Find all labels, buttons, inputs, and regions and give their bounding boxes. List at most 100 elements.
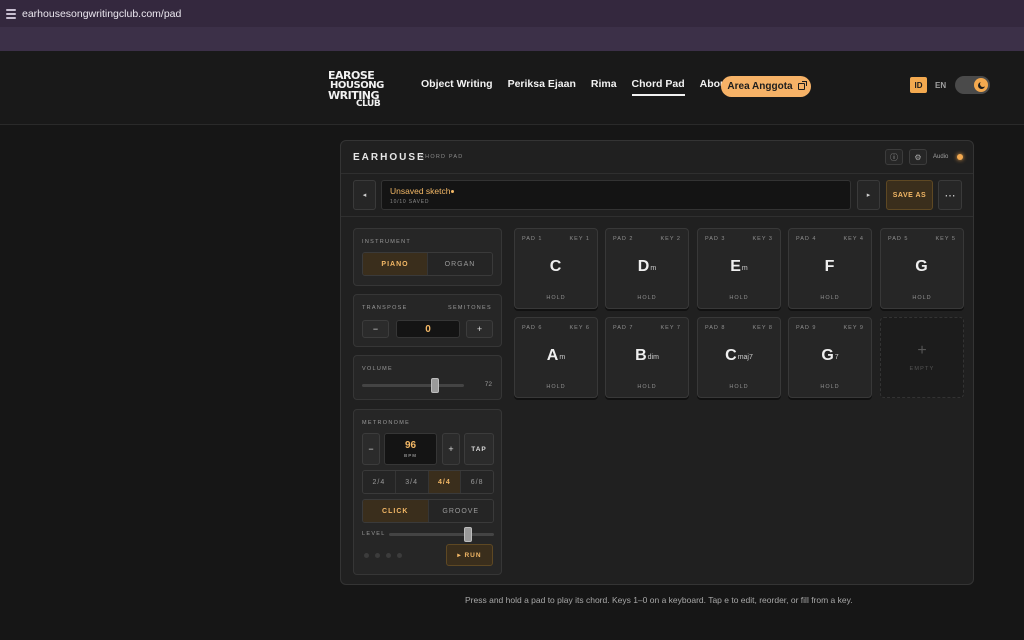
chord-pad[interactable]: PAD 4 KEY 4 F HOLD <box>788 228 872 309</box>
level-slider[interactable] <box>389 533 494 536</box>
settings-button[interactable]: ⚙ <box>909 149 927 165</box>
volume-value: 72 <box>484 381 492 388</box>
chord-root: E <box>730 258 741 275</box>
nav-object-writing[interactable]: Object Writing <box>421 78 493 96</box>
semitones-label: SEMITONES <box>448 305 492 311</box>
chord-quality: m <box>650 265 657 272</box>
transpose-plus-button[interactable]: + <box>466 320 493 338</box>
volume-label: VOLUME <box>362 366 394 372</box>
save-as-button[interactable]: SAVE AS <box>886 180 933 210</box>
pad-key-hint: KEY 6 <box>569 325 590 331</box>
instrument-toggle: PIANO ORGAN <box>362 252 493 276</box>
nav-rima[interactable]: Rima <box>591 78 617 96</box>
instrument-organ[interactable]: ORGAN <box>428 253 492 275</box>
prev-sketch-button[interactable]: ◂ <box>353 180 376 210</box>
volume-slider-thumb[interactable] <box>431 378 440 393</box>
transpose-minus-button[interactable]: − <box>362 320 389 338</box>
brand-title: EARHOUSE <box>353 152 426 163</box>
tap-tempo-button[interactable]: TAP <box>464 433 494 465</box>
chord-root: D <box>637 258 650 275</box>
pad-chord-name: Em <box>698 258 780 276</box>
pad-hold-label: HOLD <box>820 384 840 390</box>
time-sig-6-8[interactable]: 6/8 <box>461 471 493 493</box>
theme-toggle[interactable] <box>955 76 990 94</box>
beat-dot <box>375 553 380 558</box>
audio-label: Audio <box>933 154 949 160</box>
audio-indicator[interactable] <box>957 154 963 160</box>
nav-periksa-ejaan[interactable]: Periksa Ejaan <box>508 78 576 96</box>
sketch-selector[interactable]: Unsaved sketch 10/10 SAVED <box>381 180 851 210</box>
chord-root: B <box>635 347 647 364</box>
pad-number: PAD 3 <box>705 236 726 242</box>
url-text[interactable]: earhousesongwritingclub.com/pad <box>22 8 181 20</box>
empty-pad-slot[interactable]: + EMPTY <box>880 317 964 398</box>
instrument-label: INSTRUMENT <box>362 239 412 245</box>
pad-number: PAD 6 <box>522 325 543 331</box>
usage-hint: Press and hold a pad to play its chord. … <box>465 595 853 605</box>
chord-pad[interactable]: PAD 5 KEY 5 G HOLD <box>880 228 964 309</box>
chord-root: G <box>915 258 928 275</box>
lang-id-button[interactable]: ID <box>910 77 927 93</box>
info-icon: ⓘ <box>890 152 898 162</box>
member-area-button[interactable]: Area Anggota <box>721 76 811 97</box>
transpose-value: 0 <box>396 320 460 338</box>
more-options-button[interactable]: ⋯ <box>938 180 962 210</box>
chord-pad[interactable]: PAD 9 KEY 9 G7 HOLD <box>788 317 872 398</box>
bpm-plus-button[interactable]: + <box>442 433 460 465</box>
bpm-minus-button[interactable]: − <box>362 433 380 465</box>
chord-quality: maj7 <box>737 354 753 361</box>
member-area-label: Area Anggota <box>727 81 793 92</box>
pad-chord-name: G7 <box>789 347 871 365</box>
toggle-knob <box>974 78 988 92</box>
metronome-label: METRONOME <box>362 420 411 426</box>
site-logo[interactable]: EAROSE HOUSONG WRITING CLUB <box>328 69 386 109</box>
moon-icon <box>977 80 986 89</box>
chord-root: C <box>725 347 737 364</box>
chord-pad[interactable]: PAD 7 KEY 7 Bdim HOLD <box>605 317 689 398</box>
chord-pad[interactable]: PAD 2 KEY 2 Dm HOLD <box>605 228 689 309</box>
pad-number: PAD 2 <box>613 236 634 242</box>
chord-quality: m <box>741 265 748 272</box>
chord-pad[interactable]: PAD 8 KEY 8 Cmaj7 HOLD <box>697 317 781 398</box>
transpose-section: TRANSPOSE SEMITONES − 0 + <box>353 294 502 347</box>
pad-chord-name: C <box>515 258 597 276</box>
chord-pad-card: EARHOUSE CHORD PAD ⓘ ⚙ Audio ◂ Unsaved s… <box>340 140 974 585</box>
pad-hold-label: HOLD <box>912 295 932 301</box>
volume-slider[interactable] <box>362 384 464 387</box>
brand-subtitle: CHORD PAD <box>420 154 464 160</box>
pad-key-hint: KEY 7 <box>660 325 681 331</box>
instrument-piano[interactable]: PIANO <box>363 253 428 275</box>
pad-hold-label: HOLD <box>546 295 566 301</box>
chord-pad[interactable]: PAD 6 KEY 6 Am HOLD <box>514 317 598 398</box>
pad-number: PAD 5 <box>888 236 909 242</box>
external-link-icon <box>797 81 807 90</box>
time-sig-4-4[interactable]: 4/4 <box>428 471 462 493</box>
pad-key-hint: KEY 8 <box>752 325 773 331</box>
add-pad-icon: + <box>917 342 927 359</box>
chord-pad[interactable]: PAD 1 KEY 1 C HOLD <box>514 228 598 309</box>
chord-root: F <box>824 258 835 275</box>
pad-number: PAD 4 <box>796 236 817 242</box>
run-metronome-button[interactable]: ▸ RUN <box>446 544 493 566</box>
address-bar[interactable]: earhousesongwritingclub.com/pad <box>0 0 1024 27</box>
saved-count: 10/10 SAVED <box>390 199 430 205</box>
nav-chord-pad[interactable]: Chord Pad <box>631 78 685 96</box>
time-signature-selector: 2/4 3/4 4/4 6/8 <box>362 470 494 494</box>
info-button[interactable]: ⓘ <box>885 149 903 165</box>
transpose-label: TRANSPOSE <box>362 305 408 311</box>
beat-dot <box>397 553 402 558</box>
pad-hold-label: HOLD <box>729 384 749 390</box>
level-slider-thumb[interactable] <box>463 527 472 542</box>
mode-groove[interactable]: GROOVE <box>428 500 493 522</box>
chord-root: A <box>546 347 559 364</box>
lang-en-button[interactable]: EN <box>935 81 946 90</box>
time-sig-3-4[interactable]: 3/4 <box>395 471 429 493</box>
chord-pad[interactable]: PAD 3 KEY 3 Em HOLD <box>697 228 781 309</box>
pad-chord-name: G <box>881 258 963 276</box>
metronome-section: METRONOME − 96 BPM + TAP 2/4 3/4 4/4 6/8… <box>353 409 502 575</box>
time-sig-2-4[interactable]: 2/4 <box>363 471 396 493</box>
site-settings-icon[interactable] <box>6 8 16 19</box>
next-sketch-button[interactable]: ▸ <box>857 180 880 210</box>
mode-click[interactable]: CLICK <box>363 500 429 522</box>
pad-chord-name: Dm <box>606 258 688 276</box>
